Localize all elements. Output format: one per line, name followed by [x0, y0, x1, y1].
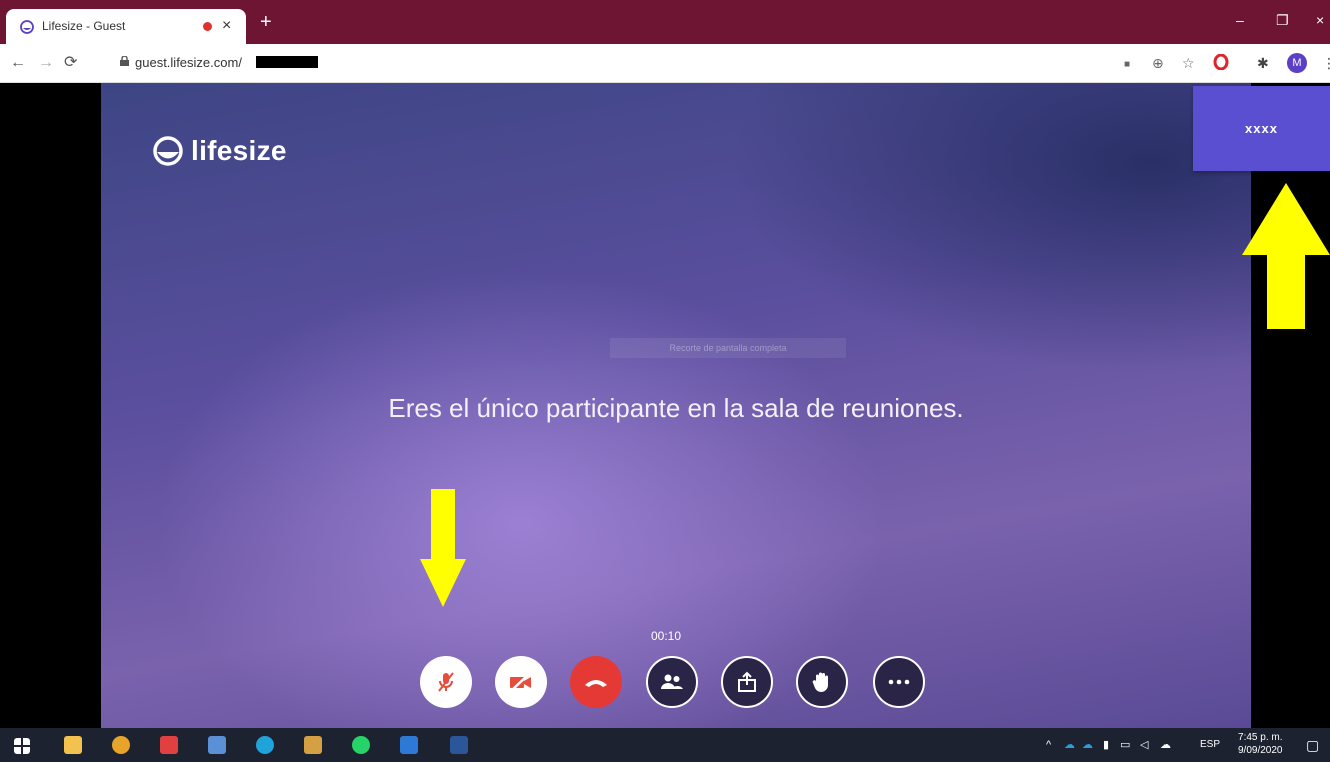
- forward-arrow-icon[interactable]: →: [38, 53, 54, 73]
- zoom-icon[interactable]: ⊕: [1152, 54, 1164, 72]
- hang-up-phone-icon: [585, 680, 607, 687]
- participant-name-button[interactable]: xxxx: [1193, 86, 1330, 171]
- new-tab-button[interactable]: +: [260, 12, 272, 32]
- cloud-sync-icon[interactable]: ☁: [1160, 737, 1171, 753]
- tab-close-button[interactable]: ×: [222, 16, 231, 36]
- more-options-button[interactable]: [873, 656, 925, 708]
- network-icon[interactable]: ▭: [1120, 737, 1130, 753]
- onedrive-icon[interactable]: ☁: [1064, 737, 1075, 753]
- close-window-button[interactable]: ×: [1316, 10, 1324, 30]
- raise-hand-icon: [812, 672, 828, 692]
- lifesize-logo: lifesize: [151, 135, 287, 167]
- reload-icon[interactable]: ⟳: [64, 53, 77, 73]
- participants-icon: [661, 674, 683, 689]
- restore-button[interactable]: ❐: [1276, 10, 1289, 30]
- microphone-muted-icon: [438, 672, 454, 692]
- call-timer: 00:10: [651, 629, 682, 643]
- more-dots-icon: [888, 679, 910, 685]
- address-bar: ← → ⟳ guest.lifesize.com/ ■ ⊕ ☆ ✱ M ⋮: [0, 44, 1330, 83]
- clock-time: 7:45 p. m.: [1238, 732, 1283, 743]
- taskbar-clock[interactable]: 7:45 p. m. 9/09/2020: [1238, 731, 1283, 757]
- lifesize-logo-icon: [153, 136, 183, 166]
- camera-toggle-button[interactable]: [495, 656, 547, 708]
- package-app-icon[interactable]: [304, 736, 322, 754]
- windows-taskbar: ^ ☁ ☁ ▮ ▭ ◁ ☁ ESP 7:45 p. m. 9/09/2020 ▢: [0, 728, 1330, 762]
- minimize-button[interactable]: –: [1236, 10, 1244, 30]
- video-area: lifesize Recorte de pantalla completa Er…: [101, 83, 1251, 728]
- edge-icon[interactable]: [256, 736, 274, 754]
- meeting-stage: lifesize Recorte de pantalla completa Er…: [0, 83, 1330, 728]
- clock-date: 9/09/2020: [1238, 745, 1283, 756]
- url-input[interactable]: guest.lifesize.com/: [135, 55, 242, 70]
- url-redaction: [256, 56, 318, 68]
- raise-hand-button[interactable]: [796, 656, 848, 708]
- annotation-arrow-down-icon: [420, 489, 466, 607]
- windows-start-icon[interactable]: [14, 738, 30, 754]
- notifications-icon[interactable]: ▢: [1306, 737, 1319, 753]
- share-screen-icon: [738, 671, 756, 692]
- microphone-tray-icon[interactable]: ▮: [1103, 737, 1109, 753]
- word-icon[interactable]: [450, 736, 468, 754]
- mail-icon[interactable]: [400, 736, 418, 754]
- browser-menu-icon[interactable]: ⋮: [1322, 54, 1330, 72]
- chrome-icon[interactable]: [112, 736, 130, 754]
- extensions-puzzle-icon[interactable]: ✱: [1257, 54, 1269, 72]
- language-indicator[interactable]: ESP: [1200, 737, 1220, 753]
- tray-chevron-up-icon[interactable]: ^: [1046, 737, 1051, 753]
- fullscreen-hint: Recorte de pantalla completa: [610, 338, 846, 358]
- mute-microphone-button[interactable]: [420, 656, 472, 708]
- camera-indicator-icon[interactable]: ■: [1124, 56, 1130, 74]
- participants-button[interactable]: [646, 656, 698, 708]
- tab-title: Lifesize - Guest: [42, 19, 126, 33]
- annotation-arrow-up-icon: [1242, 183, 1330, 329]
- share-screen-button[interactable]: [721, 656, 773, 708]
- lock-icon: [120, 56, 129, 66]
- logo-text: lifesize: [191, 135, 287, 166]
- hang-up-button[interactable]: [570, 656, 622, 708]
- recording-indicator-icon: [203, 22, 212, 31]
- screen-recorder-icon[interactable]: [160, 736, 178, 754]
- camera-off-icon: [510, 672, 531, 692]
- bookmark-star-icon[interactable]: ☆: [1182, 54, 1195, 72]
- file-explorer-icon[interactable]: [64, 736, 82, 754]
- browser-tab-strip: Lifesize - Guest × + – ❐ ×: [0, 0, 1330, 44]
- onedrive-2-icon[interactable]: ☁: [1082, 737, 1093, 753]
- back-arrow-icon[interactable]: ←: [10, 53, 26, 73]
- browser-tab[interactable]: Lifesize - Guest ×: [6, 9, 246, 44]
- profile-avatar[interactable]: M: [1287, 53, 1307, 73]
- volume-icon[interactable]: ◁: [1140, 737, 1148, 753]
- whatsapp-icon[interactable]: [352, 736, 370, 754]
- alone-in-meeting-message: Eres el único participante en la sala de…: [388, 393, 964, 423]
- lifesize-favicon-icon: [20, 20, 34, 34]
- system-tool-icon[interactable]: [208, 736, 226, 754]
- opera-extension-icon[interactable]: [1213, 54, 1229, 70]
